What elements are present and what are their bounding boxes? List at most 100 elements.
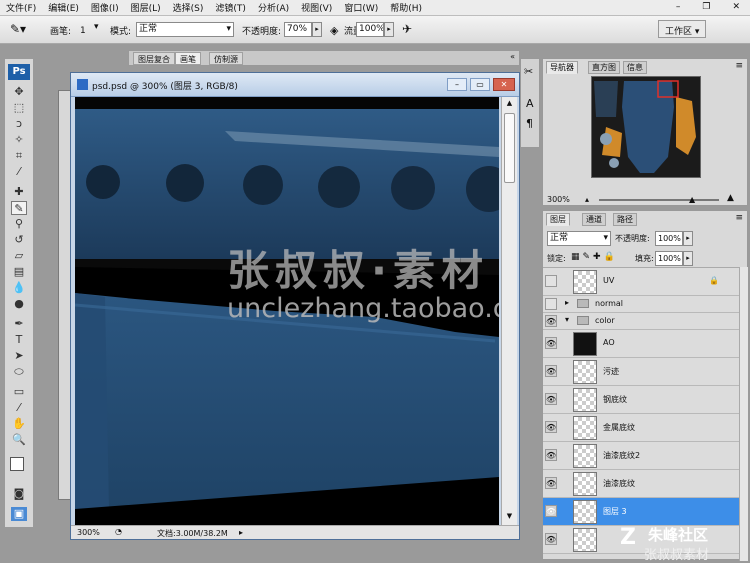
opacity-slider-button[interactable]: ▸ <box>312 22 322 37</box>
restore-icon[interactable]: ❐ <box>696 2 716 12</box>
status-arrow-icon[interactable]: ▸ <box>239 528 243 537</box>
layer-opacity-input[interactable]: 100% <box>655 231 683 246</box>
quick-mask-icon[interactable]: ◙ <box>11 487 27 501</box>
status-menu-icon[interactable]: ◔ <box>115 527 122 536</box>
paragraph-panel-icon[interactable]: ¶ <box>526 117 533 130</box>
dodge-tool-icon[interactable]: ● <box>11 297 27 311</box>
notes-tool-icon[interactable]: ▭ <box>11 385 27 399</box>
visibility-toggle[interactable] <box>545 298 557 310</box>
layer-row-normal-group[interactable]: ▸ normal <box>543 296 739 313</box>
layer-row-uv[interactable]: UV 🔒 <box>543 268 739 296</box>
layer-row-color-group[interactable]: 👁 ▾ color <box>543 313 739 330</box>
crop-tool-icon[interactable]: ⌗ <box>11 149 27 163</box>
flow-input[interactable]: 100% <box>356 22 384 37</box>
menu-analysis[interactable]: 分析(A) <box>252 1 295 14</box>
eye-icon[interactable]: 👁 <box>545 337 557 349</box>
workspace-button[interactable]: 工作区 ▾ <box>658 20 707 38</box>
marquee-tool-icon[interactable]: ⬚ <box>11 101 27 115</box>
brush-tool-icon[interactable]: ✎▾ <box>10 22 26 36</box>
layer-row-steel[interactable]: 👁 钢底纹 <box>543 386 739 414</box>
menu-help[interactable]: 帮助(H) <box>384 1 428 14</box>
tab-channels[interactable]: 通道 <box>582 213 606 226</box>
eye-icon[interactable]: 👁 <box>545 533 557 545</box>
zoom-out-icon[interactable]: ▴ <box>585 195 589 204</box>
collapse-arrow-icon[interactable]: ▾ <box>565 315 569 324</box>
magic-wand-icon[interactable]: ✧ <box>11 133 27 147</box>
tab-brushes[interactable]: 画笔 <box>175 52 201 65</box>
tab-layer-comps[interactable]: 图层复合 <box>133 52 175 65</box>
shape-tool-icon[interactable]: ⬭ <box>11 365 27 379</box>
menu-select[interactable]: 选择(S) <box>167 1 210 14</box>
brush-tool-icon[interactable]: ✎ <box>11 201 27 215</box>
type-tool-icon[interactable]: T <box>11 333 27 347</box>
tab-navigator[interactable]: 导航器 <box>546 61 578 74</box>
layer-row-paint[interactable]: 👁 油漆底纹 <box>543 470 739 498</box>
character-panel-icon[interactable]: A <box>526 97 534 110</box>
layer-row-paint2[interactable]: 👁 油漆底纹2 <box>543 442 739 470</box>
image-canvas[interactable]: 张叔叔·素材 unclezhang.taobao.com <box>75 97 499 525</box>
blur-tool-icon[interactable]: 💧 <box>11 281 27 295</box>
doc-maximize-icon[interactable]: ▭ <box>470 78 490 91</box>
panel-menu-icon[interactable]: ≡ <box>735 61 743 71</box>
document-title-bar[interactable]: psd.psd @ 300% (图层 3, RGB/8) – ▭ ✕ <box>71 73 519 97</box>
eyedropper-sample-icon[interactable]: ⁄ <box>11 401 27 415</box>
layer-row-metal[interactable]: 👁 金属底纹 <box>543 414 739 442</box>
blend-mode-select[interactable]: 正常 ▾ <box>547 231 611 246</box>
doc-minimize-icon[interactable]: – <box>447 78 467 91</box>
foreground-color-swatch[interactable] <box>10 457 24 471</box>
layer-row-ao[interactable]: 👁 AO <box>543 330 739 358</box>
layers-menu-icon[interactable]: ≡ <box>735 213 743 223</box>
navigator-zoom[interactable]: 300% <box>547 195 570 204</box>
menu-file[interactable]: 文件(F) <box>0 1 42 14</box>
tab-histogram[interactable]: 直方图 <box>588 61 620 74</box>
tab-info[interactable]: 信息 <box>623 61 647 74</box>
screen-mode-icon[interactable]: ▣ <box>11 507 27 521</box>
menu-edit[interactable]: 编辑(E) <box>42 1 85 14</box>
zoom-level[interactable]: 300% <box>77 528 100 537</box>
pen-tool-icon[interactable]: ✒ <box>11 317 27 331</box>
vertical-scrollbar[interactable]: ▲ ▼ <box>501 97 517 525</box>
menu-filter[interactable]: 滤镜(T) <box>209 1 252 14</box>
zoom-slider-thumb[interactable]: ▲ <box>689 195 695 204</box>
brush-picker-chevron-icon[interactable]: ▾ <box>94 22 99 32</box>
airbrush-icon[interactable]: ✈ <box>402 22 412 36</box>
clone-stamp-icon[interactable]: ⚲ <box>11 217 27 231</box>
navigator-preview[interactable] <box>591 76 701 178</box>
close-icon[interactable]: ✕ <box>726 2 746 12</box>
fill-input[interactable]: 100% <box>655 251 683 266</box>
menu-view[interactable]: 视图(V) <box>295 1 338 14</box>
move-tool-icon[interactable]: ✥ <box>11 85 27 99</box>
layer-row-dirt[interactable]: 👁 污迹 <box>543 358 739 386</box>
history-brush-icon[interactable]: ↺ <box>11 233 27 247</box>
tab-layers[interactable]: 图层 <box>546 213 570 226</box>
brush-size[interactable]: 1 <box>80 26 86 36</box>
lasso-tool-icon[interactable]: ↄ <box>11 117 27 131</box>
eye-icon[interactable]: 👁 <box>545 449 557 461</box>
mode-select[interactable]: 正常 ▾ <box>136 22 234 37</box>
menu-window[interactable]: 窗口(W) <box>338 1 384 14</box>
menu-image[interactable]: 图像(I) <box>85 1 125 14</box>
eyedropper-tool-icon[interactable]: ⁄ <box>11 165 27 179</box>
layer-opacity-slider-button[interactable]: ▸ <box>683 231 693 246</box>
lock-options-icon[interactable]: ▦✎✚🔒 <box>571 252 618 262</box>
zoom-in-icon[interactable]: ▲ <box>727 193 734 203</box>
opacity-input[interactable]: 70% <box>284 22 312 37</box>
eye-icon[interactable]: 👁 <box>545 365 557 377</box>
flow-slider-button[interactable]: ▸ <box>384 22 394 37</box>
zoom-slider[interactable] <box>599 199 719 201</box>
scroll-down-icon[interactable]: ▼ <box>504 512 515 523</box>
doc-close-icon[interactable]: ✕ <box>493 78 515 91</box>
fill-slider-button[interactable]: ▸ <box>683 251 693 266</box>
menu-layer[interactable]: 图层(L) <box>125 1 167 14</box>
visibility-toggle[interactable] <box>545 275 557 287</box>
tab-clone-source[interactable]: 仿制源 <box>209 52 243 65</box>
eraser-tool-icon[interactable]: ▱ <box>11 249 27 263</box>
hand-tool-icon[interactable]: ✋ <box>11 417 27 431</box>
healing-brush-icon[interactable]: ✚ <box>11 185 27 199</box>
scroll-thumb[interactable] <box>504 113 515 183</box>
scroll-up-icon[interactable]: ▲ <box>504 99 515 110</box>
tool-presets-icon[interactable]: ✂ <box>524 65 533 78</box>
zoom-tool-icon[interactable]: 🔍 <box>11 433 27 447</box>
gradient-tool-icon[interactable]: ▤ <box>11 265 27 279</box>
expand-arrow-icon[interactable]: ▸ <box>565 298 569 307</box>
